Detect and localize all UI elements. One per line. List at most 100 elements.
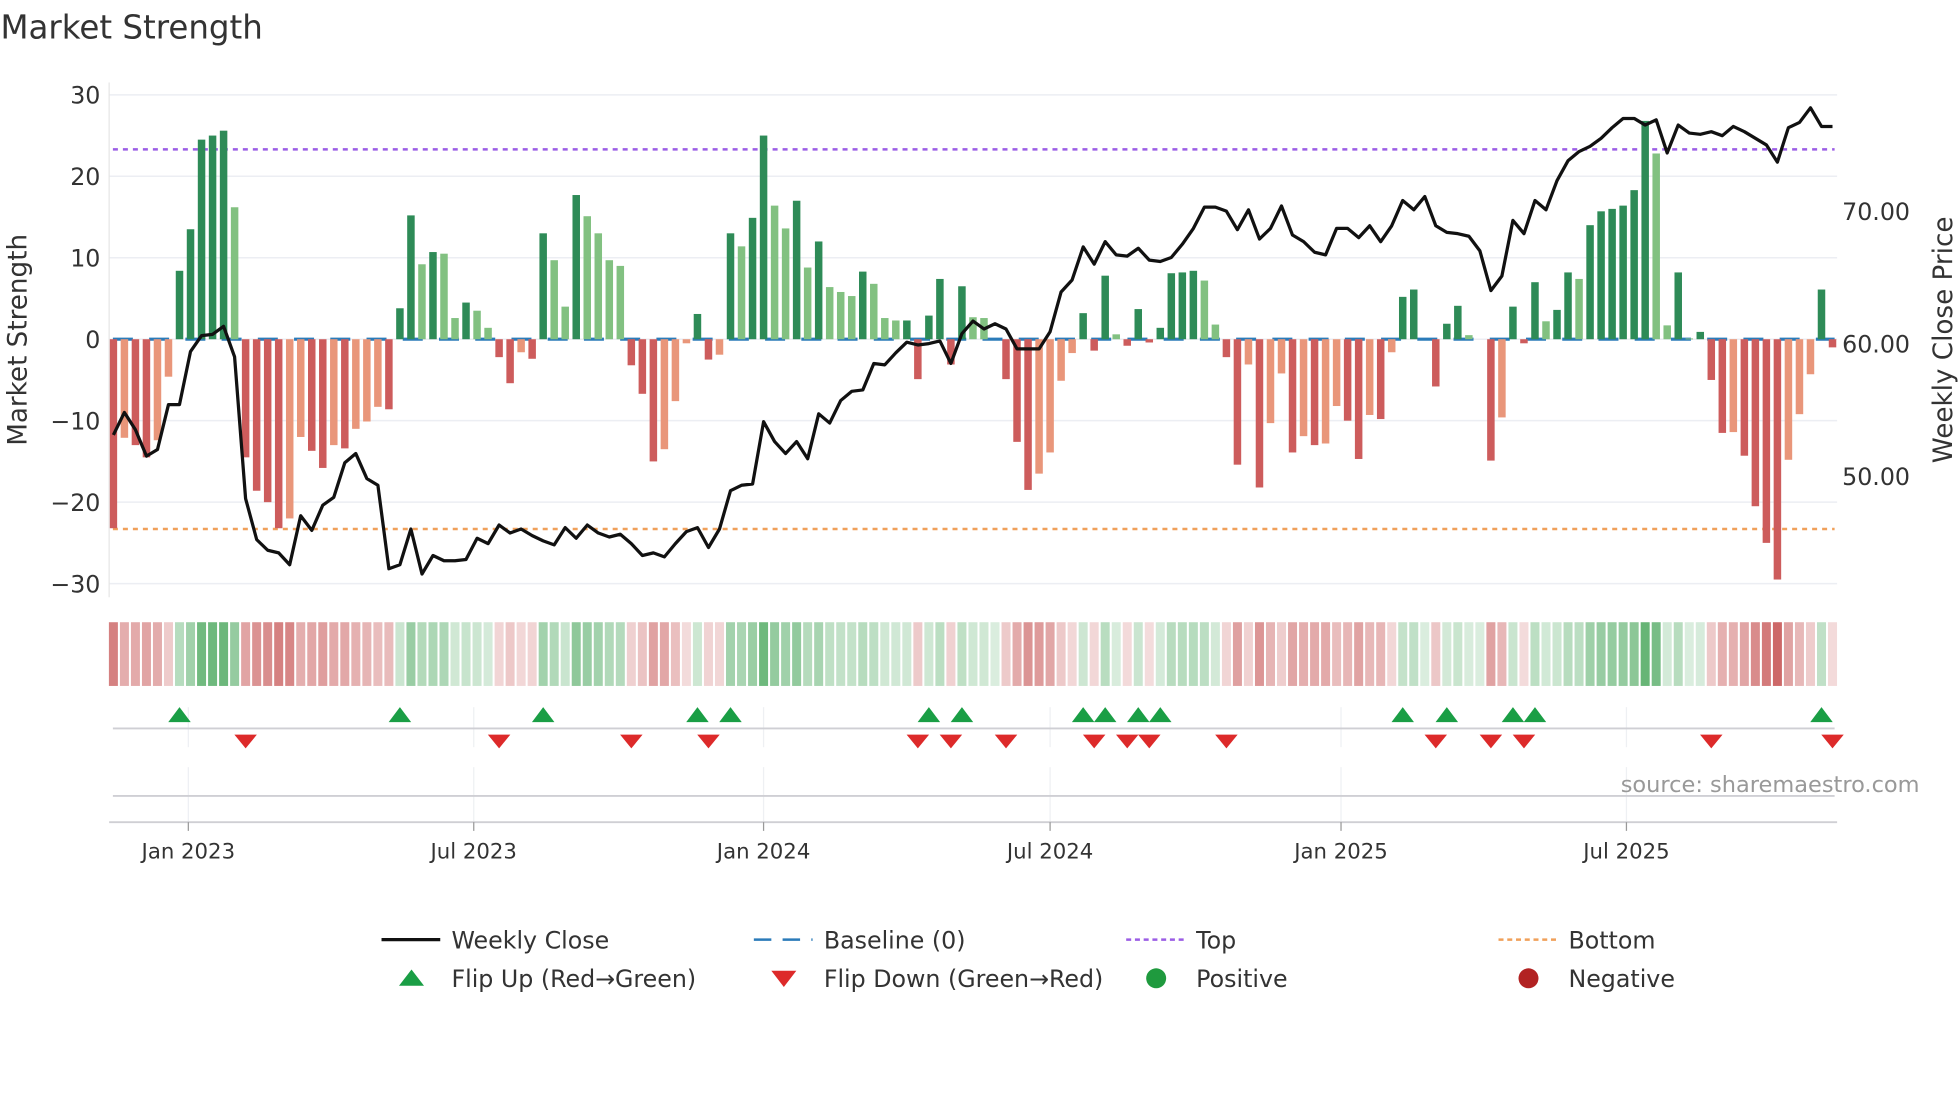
- heat-cell: [847, 622, 857, 686]
- heat-cell: [1629, 622, 1639, 686]
- heat-cell: [759, 622, 769, 686]
- heat-cell: [1761, 622, 1771, 686]
- strength-bar: [814, 241, 823, 340]
- strength-bar: [1564, 272, 1572, 340]
- strength-bar: [451, 318, 459, 340]
- heat-cell: [483, 622, 493, 686]
- flip-up-marker: [1435, 707, 1459, 723]
- strength-bar: [407, 215, 415, 340]
- heat-cell: [1111, 622, 1121, 686]
- strength-bar: [682, 339, 691, 344]
- heat-cell: [1607, 622, 1617, 686]
- heat-cell: [1232, 622, 1242, 686]
- legend: Weekly Close Baseline (0) Top Bottom Flip Up…: [381, 926, 1675, 993]
- strength-bar: [1597, 211, 1605, 340]
- heat-cell: [1519, 622, 1529, 686]
- heat-cell: [1144, 622, 1154, 686]
- strength-bar: [1299, 339, 1308, 437]
- strength-bar: [550, 260, 558, 340]
- x-tick-label: Jan 2024: [715, 839, 811, 864]
- strength-bar: [704, 339, 713, 360]
- strength-bar: [1608, 208, 1616, 340]
- weekly-close-path: [111, 106, 1833, 576]
- flip-up-marker: [1093, 707, 1117, 723]
- strength-bar: [418, 264, 426, 340]
- strength-bar: [1398, 296, 1407, 340]
- heat-cell: [1398, 622, 1408, 686]
- strength-bar: [1024, 339, 1032, 490]
- heat-cell: [1662, 622, 1672, 686]
- heat-cell: [858, 622, 868, 686]
- heat-cell: [968, 622, 978, 686]
- y-tick-label: −30: [50, 570, 100, 598]
- strength-bar: [296, 339, 305, 437]
- strength-bar: [506, 339, 514, 384]
- strength-bar: [1255, 339, 1264, 488]
- heat-cell: [1243, 622, 1253, 686]
- strength-bar: [1222, 339, 1231, 358]
- legend-label: Positive: [1196, 965, 1287, 993]
- strength-bar: [1277, 339, 1286, 374]
- heat-cell: [924, 622, 934, 686]
- strength-bar: [263, 339, 272, 503]
- heat-cell: [1254, 622, 1264, 686]
- heat-cell: [803, 622, 813, 686]
- y2-tick-label: 70.00: [1842, 198, 1910, 226]
- heat-cell: [329, 622, 339, 686]
- heat-cell: [1475, 622, 1485, 686]
- heat-cell: [1321, 622, 1331, 686]
- legend-label: Flip Up (Red→Green): [451, 965, 696, 993]
- heat-cell: [549, 622, 559, 686]
- heat-cell: [1177, 622, 1187, 686]
- heat-cell: [1805, 622, 1815, 686]
- legend-label: Top: [1195, 926, 1236, 954]
- strength-bar: [737, 246, 746, 340]
- strength-bar: [153, 339, 162, 441]
- flip-down-marker: [1215, 734, 1238, 749]
- heat-cell: [1277, 622, 1287, 686]
- strength-bar: [528, 339, 536, 359]
- flip-up-marker: [1523, 707, 1547, 723]
- heat-cell: [505, 622, 515, 686]
- strength-bar: [473, 310, 481, 340]
- strength-bar: [836, 291, 845, 340]
- heat-cell: [615, 622, 625, 686]
- strength-bar: [319, 339, 327, 468]
- strength-bar: [1828, 339, 1837, 348]
- strength-bar: [1145, 339, 1154, 343]
- strength-bar: [1542, 321, 1550, 340]
- heat-cell: [230, 622, 240, 686]
- strength-bar: [1046, 339, 1054, 453]
- strength-bar: [1751, 339, 1760, 507]
- strength-bar: [1674, 272, 1682, 340]
- heat-cell: [1508, 622, 1518, 686]
- heat-cell: [1530, 622, 1540, 686]
- x-tick-label: Jul 2023: [429, 839, 517, 864]
- heat-cell: [1464, 622, 1474, 686]
- strength-bar: [1773, 339, 1782, 580]
- heat-cell: [527, 622, 537, 686]
- heat-cell: [1056, 622, 1066, 686]
- flip-down-marker: [1424, 734, 1448, 749]
- heat-cell: [1783, 622, 1793, 686]
- heat-cell: [1188, 622, 1198, 686]
- strength-bar: [1817, 289, 1826, 340]
- heat-cell: [1067, 622, 1077, 686]
- heat-cell: [1431, 622, 1441, 686]
- heat-cell: [472, 622, 482, 686]
- heat-cell: [825, 622, 835, 686]
- y-tick-label: 10: [70, 245, 100, 273]
- strength-bar: [1332, 339, 1341, 407]
- heat-cell: [1739, 622, 1749, 686]
- x-tick-label: Jul 2025: [1581, 839, 1669, 864]
- heat-cell: [1133, 622, 1143, 686]
- flip-up-marker: [950, 707, 974, 723]
- heat-cell: [1750, 622, 1760, 686]
- strength-bar: [572, 195, 580, 340]
- heat-cell: [957, 622, 967, 686]
- strength-bar: [870, 283, 878, 340]
- y-tick-label: 0: [85, 326, 100, 354]
- flip-up-marker: [388, 707, 412, 723]
- strength-bar: [1068, 339, 1076, 354]
- heat-cell: [1717, 622, 1727, 686]
